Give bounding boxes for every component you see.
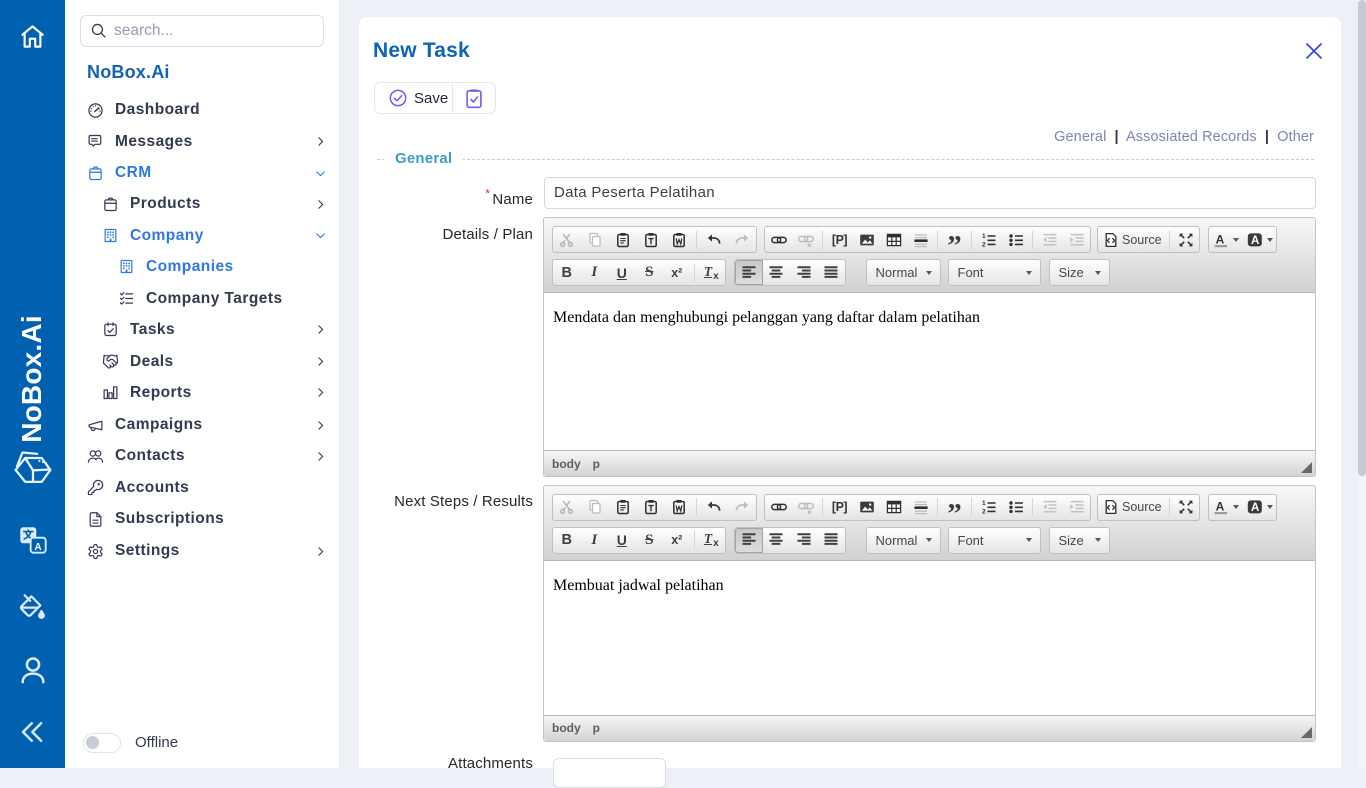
svg-text:A: A [34,542,41,553]
